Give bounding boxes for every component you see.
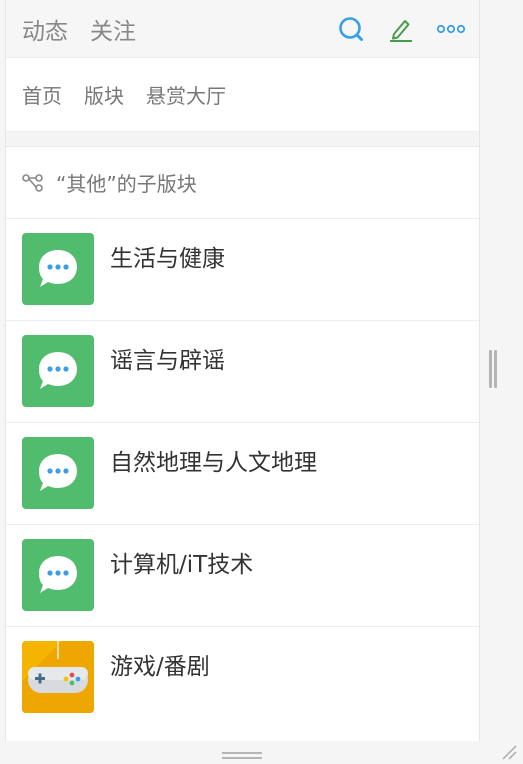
board-item[interactable]: 游戏/番剧: [6, 627, 479, 729]
board-item[interactable]: 生活与健康: [6, 219, 479, 321]
board-name: 自然地理与人文地理: [110, 450, 317, 476]
more-icon[interactable]: [435, 13, 467, 45]
scrollbar-handle[interactable]: [489, 350, 497, 388]
edit-icon[interactable]: [385, 13, 417, 45]
board-name: 计算机/iT技术: [110, 552, 254, 578]
board-list: 生活与健康 谣言与辟谣 自然地理与人文地理 计算机/iT技术 游戏/番剧: [6, 219, 479, 729]
board-name: 谣言与辟谣: [110, 348, 225, 374]
search-icon[interactable]: [335, 13, 367, 45]
bottom-drag-handle[interactable]: [222, 752, 262, 760]
top-bar: 动态 关注: [6, 0, 479, 58]
chat-bubble-icon: [22, 539, 94, 611]
app-panel: 动态 关注 首页 版块 悬赏大厅 “其他”的子版块 生活与健康 谣言与辟谣 自然…: [5, 0, 480, 741]
subboard-icon: [22, 173, 44, 193]
gamepad-icon: [22, 641, 94, 713]
drag-handle-line: [222, 757, 262, 759]
section-gap: [6, 132, 479, 147]
drag-handle-line: [222, 752, 262, 754]
nav-bar: 首页 版块 悬赏大厅: [6, 58, 479, 132]
nav-boards[interactable]: 版块: [84, 80, 124, 109]
board-item[interactable]: 自然地理与人文地理: [6, 423, 479, 525]
chat-bubble-icon: [22, 335, 94, 407]
board-item[interactable]: 计算机/iT技术: [6, 525, 479, 627]
tab-follow[interactable]: 关注: [90, 12, 136, 46]
scrollbar-handle-line: [489, 350, 492, 388]
section-title: “其他”的子版块: [56, 172, 197, 196]
board-item[interactable]: 谣言与辟谣: [6, 321, 479, 423]
nav-home[interactable]: 首页: [22, 80, 62, 109]
nav-bounty-hall[interactable]: 悬赏大厅: [146, 80, 226, 109]
resize-grip-icon[interactable]: [501, 744, 517, 760]
scrollbar-handle-line: [494, 350, 497, 388]
chat-bubble-icon: [22, 233, 94, 305]
section-header: “其他”的子版块: [6, 147, 479, 219]
board-name: 游戏/番剧: [110, 654, 210, 680]
board-name: 生活与健康: [110, 246, 225, 272]
tab-dynamic[interactable]: 动态: [22, 12, 68, 46]
chat-bubble-icon: [22, 437, 94, 509]
